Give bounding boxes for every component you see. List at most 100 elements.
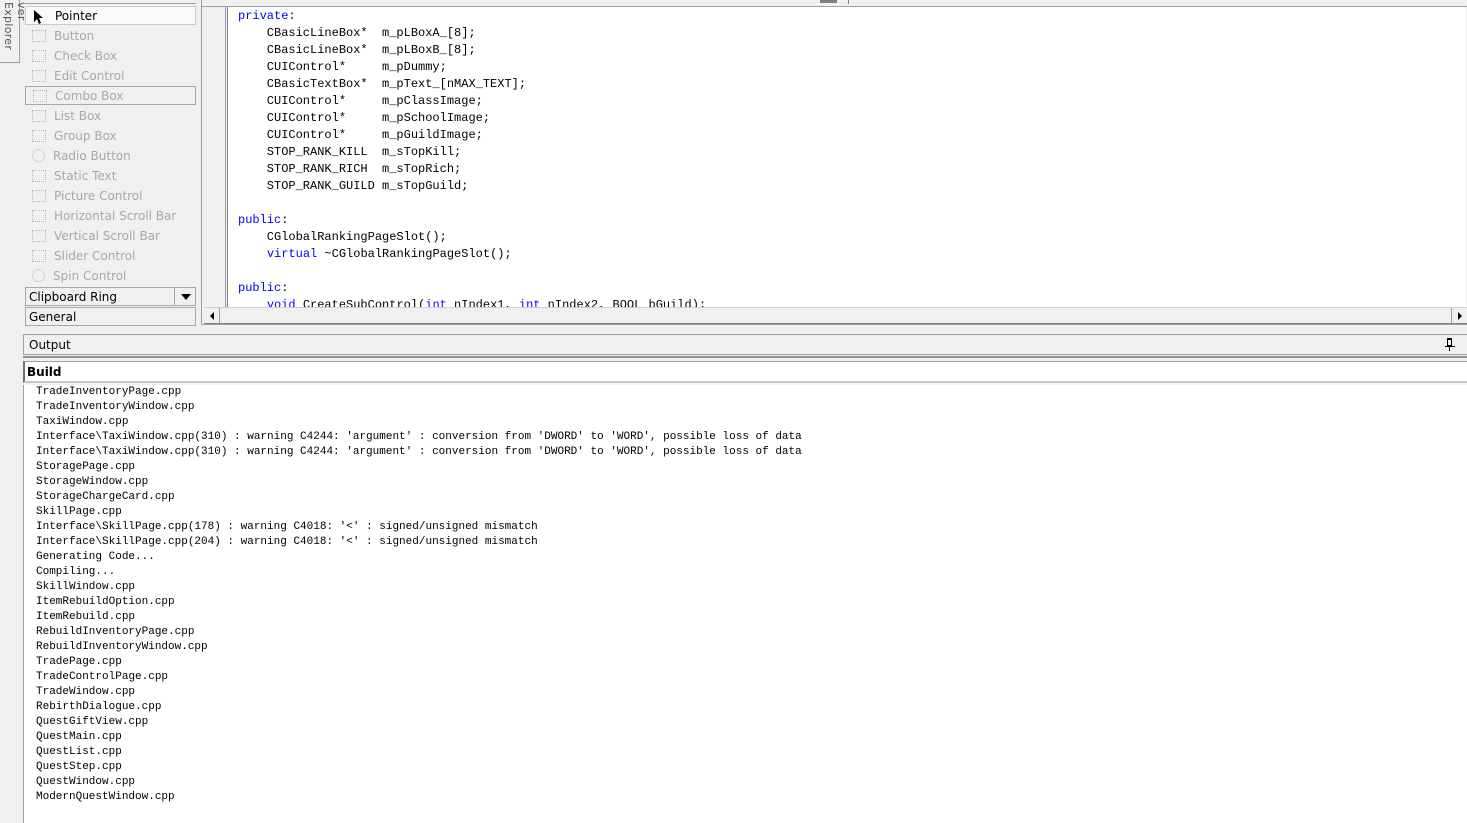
editor-top-scrollbar[interactable] — [202, 0, 1467, 7]
code-line: CUIControl* m_pSchoolImage; — [238, 110, 490, 127]
code-keyword: public — [238, 281, 282, 295]
code-text: nIndex1, — [446, 298, 519, 307]
toolbox-item[interactable]: List Box — [25, 106, 194, 125]
output-line: TradeControlPage.cpp — [36, 671, 169, 683]
toolbox-section-general[interactable]: General — [25, 307, 196, 326]
toolbox-item-label: Picture Control — [54, 188, 143, 203]
output-line: TradeWindow.cpp — [36, 686, 136, 698]
output-line: Interface\TaxiWindow.cpp(310) : warning … — [36, 431, 802, 443]
toolbox-item[interactable]: Group Box — [25, 126, 194, 145]
group-box-icon — [32, 129, 46, 142]
toolbox-item[interactable]: Pointer — [25, 6, 196, 25]
output-line: TradePage.cpp — [36, 656, 122, 668]
output-line: StoragePage.cpp — [36, 461, 136, 473]
output-line: RebuildInventoryWindow.cpp — [36, 641, 208, 653]
editor-top-scroll-thumb[interactable] — [820, 0, 837, 3]
toolbox-item[interactable]: Edit Control — [25, 66, 194, 85]
toolbox-item[interactable]: Button — [25, 26, 194, 45]
code-text: CUIControl* m_pSchoolImage; — [238, 111, 491, 125]
picture-control-icon — [32, 189, 46, 202]
code-line: STOP_RANK_KILL m_sTopKill; — [238, 144, 461, 161]
toolbox-item-label: Spin Control — [53, 268, 127, 283]
output-line: StorageChargeCard.cpp — [36, 491, 175, 503]
toolbox-top-border — [24, 0, 196, 4]
code-keyword: virtual — [266, 247, 318, 261]
toolbox-item-label: Group Box — [54, 128, 117, 143]
output-line: QuestList.cpp — [36, 746, 122, 758]
toolbox-panel: Pointer Button Check Box Edit Control Combo … — [24, 0, 196, 326]
toolbox-item[interactable]: Spin Control — [25, 266, 194, 285]
chevron-down-icon[interactable] — [174, 288, 196, 305]
toolbox-item-label: Horizontal Scroll Bar — [54, 208, 177, 223]
code-text: CUIControl* m_pGuildImage; — [238, 128, 483, 142]
output-line: SkillPage.cpp — [36, 506, 122, 518]
toolbox-item-label: Slider Control — [54, 248, 136, 263]
code-line: CUIControl* m_pClassImage; — [238, 93, 483, 110]
toolbox-item[interactable]: Check Box — [25, 46, 194, 65]
combo-box-icon — [33, 89, 47, 102]
output-line: RebirthDialogue.cpp — [36, 701, 162, 713]
toolbox-item-label: Vertical Scroll Bar — [54, 228, 160, 243]
code-line: public: — [238, 212, 288, 229]
output-panel-header: Output — [23, 334, 1467, 355]
output-line: Interface\TaxiWindow.cpp(310) : warning … — [36, 446, 802, 458]
output-line: ItemRebuild.cpp — [36, 611, 136, 623]
code-line: CUIControl* m_pGuildImage; — [238, 127, 483, 144]
list-box-icon — [32, 109, 46, 122]
scroll-left-icon[interactable] — [204, 308, 220, 323]
toolbox-item-label: Radio Button — [53, 148, 131, 163]
code-text: STOP_RANK_GUILD m_sTopGuild; — [238, 179, 469, 193]
output-log[interactable]: TradeInventoryPage.cpp TradeInventoryWind… — [23, 385, 1467, 823]
clipboard-ring-label: Clipboard Ring — [29, 289, 118, 304]
editor-splitter[interactable] — [848, 0, 849, 4]
toolbox-item-label: Check Box — [54, 48, 118, 63]
output-title: Output — [29, 337, 71, 352]
output-line: SkillWindow.cpp — [36, 581, 136, 593]
toolbox-item[interactable]: Static Text — [25, 166, 194, 185]
radio-button-icon — [32, 149, 45, 162]
code-line: CBasicLineBox* m_pLBoxB_[8]; — [238, 42, 476, 59]
toolbox-item[interactable]: Vertical Scroll Bar — [25, 226, 194, 245]
toolbox-item-label: Button — [54, 28, 95, 43]
code-text-area[interactable]: private: CBasicLineBox* m_pLBoxA_[8]; CB… — [227, 7, 1466, 307]
code-line: CUIControl* m_pDummy; — [238, 59, 447, 76]
code-line: public: — [238, 280, 288, 297]
server-explorer-tab[interactable]: ver Explorer — [0, 0, 28, 63]
toolbox-item-label: Combo Box — [55, 88, 124, 103]
toolbox-item[interactable]: Picture Control — [25, 186, 194, 205]
code-keyword: int — [425, 298, 447, 307]
code-line: CBasicLineBox* m_pLBoxA_[8]; — [238, 25, 476, 42]
editor-horizontal-scrollbar[interactable] — [204, 307, 1467, 324]
code-text: CBasicLineBox* m_pLBoxA_[8]; — [238, 26, 476, 40]
output-divider — [23, 356, 1467, 358]
code-text: : — [281, 213, 289, 227]
code-text: : — [281, 281, 289, 295]
edit-control-icon — [32, 69, 46, 82]
code-editor: private: CBasicLineBox* m_pLBoxA_[8]; CB… — [201, 0, 1467, 325]
pin-icon[interactable] — [1445, 338, 1455, 352]
code-text: CBasicTextBox* m_pText_[nMAX_TEXT]; — [238, 77, 527, 91]
toolbox-item[interactable]: Horizontal Scroll Bar — [25, 206, 194, 225]
output-line: Interface\SkillPage.cpp(204) : warning C… — [36, 536, 538, 548]
toolbox-item[interactable]: Radio Button — [25, 146, 194, 165]
code-text: ~CGlobalRankingPageSlot(); — [317, 247, 512, 261]
code-text: CreateSubControl( — [295, 298, 426, 307]
code-line: STOP_RANK_RICH m_sTopRich; — [238, 161, 461, 178]
scroll-right-icon[interactable] — [1451, 308, 1467, 323]
code-text: STOP_RANK_RICH m_sTopRich; — [238, 162, 462, 176]
code-line: CGlobalRankingPageSlot(); — [238, 229, 447, 246]
code-text: : — [288, 9, 296, 23]
output-line: RebuildInventoryPage.cpp — [36, 626, 195, 638]
output-pane-selector[interactable]: Build — [23, 361, 1467, 383]
toolbox-section-clipboard-ring[interactable]: Clipboard Ring — [25, 287, 196, 306]
static-text-icon — [32, 169, 46, 182]
toolbox-item-label: List Box — [54, 108, 102, 123]
toolbox-item[interactable]: Slider Control — [25, 246, 194, 265]
output-pane-label: Build — [27, 364, 62, 379]
code-line: virtual ~CGlobalRankingPageSlot(); — [238, 246, 512, 263]
button-icon — [32, 29, 46, 42]
toolbox-item-label: Pointer — [55, 8, 98, 23]
code-text: CUIControl* m_pDummy; — [238, 60, 447, 74]
code-keyword: int — [518, 298, 541, 307]
toolbox-item[interactable]: Combo Box — [25, 86, 196, 105]
